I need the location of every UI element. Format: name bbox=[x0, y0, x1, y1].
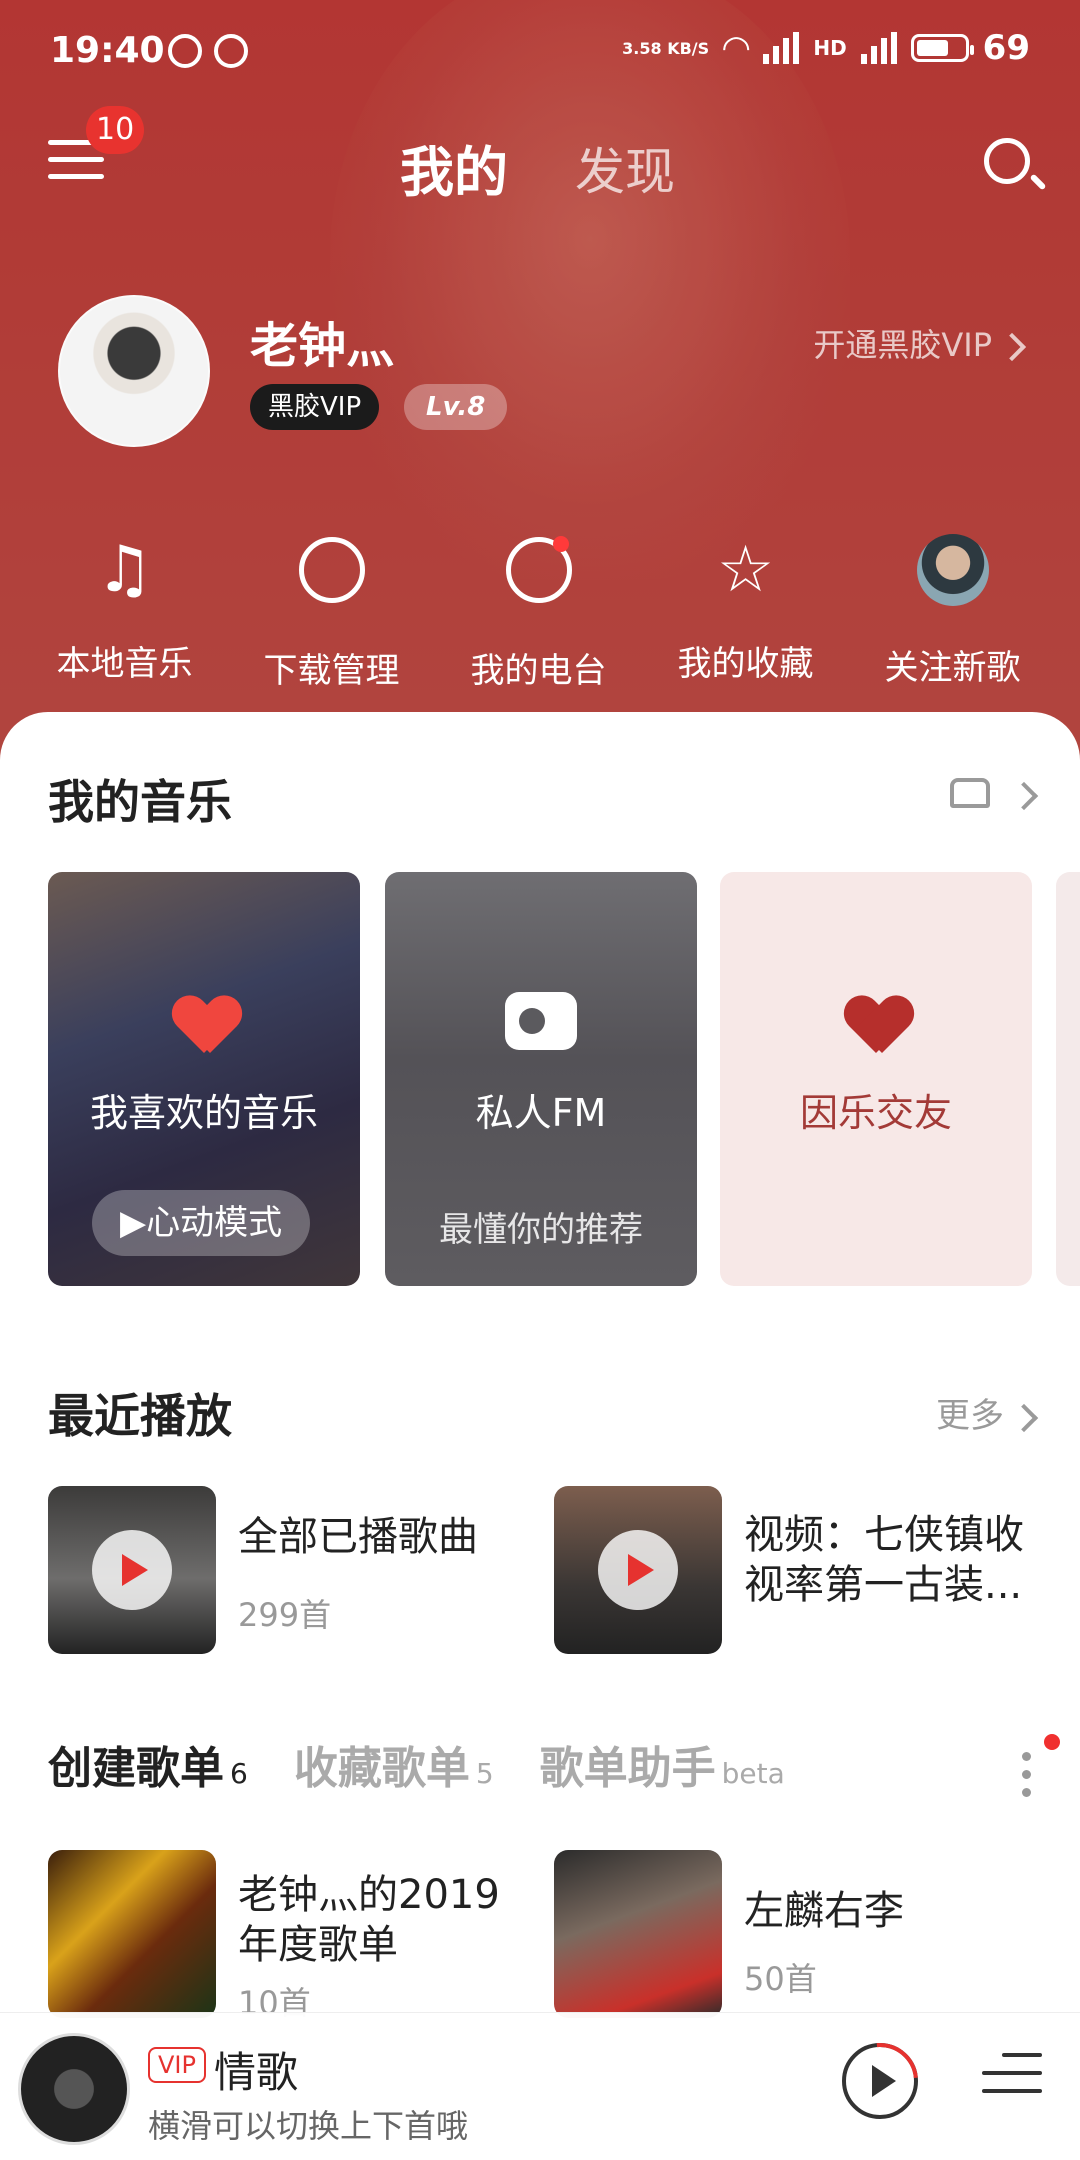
username[interactable]: 老钟灬 bbox=[250, 306, 394, 376]
playlist-tabs: 创建歌单 6 收藏歌单 5 歌单助手 beta bbox=[48, 1732, 785, 1796]
play-button[interactable] bbox=[826, 2027, 934, 2135]
quick-download[interactable]: 下载管理 bbox=[228, 530, 435, 692]
quick-actions: ♫ 本地音乐 下载管理 我的电台 ☆ 我的收藏 关注新歌 bbox=[0, 530, 1080, 692]
piano-icon[interactable] bbox=[950, 778, 990, 808]
signal-icon bbox=[763, 32, 800, 64]
tab-discover[interactable]: 发现 bbox=[575, 132, 675, 204]
avatar[interactable] bbox=[58, 295, 210, 447]
card-next-peek[interactable] bbox=[1056, 872, 1080, 1286]
notification-dot bbox=[1044, 1734, 1060, 1750]
wifi-icon: ◠ bbox=[723, 28, 750, 68]
download-icon bbox=[228, 537, 435, 617]
recent-item[interactable]: 全部已播歌曲 299首 bbox=[48, 1486, 528, 1656]
status-time: 19:40 bbox=[50, 30, 165, 71]
card-private-fm[interactable]: 私人FM 最懂你的推荐 bbox=[385, 872, 697, 1286]
chevron-right-icon bbox=[1009, 781, 1039, 810]
now-playing-disc[interactable] bbox=[18, 2033, 130, 2145]
chevron-right-icon bbox=[1009, 1403, 1039, 1432]
open-vip-link[interactable]: 开通黑胶VIP bbox=[813, 320, 1027, 366]
tab-created-playlists[interactable]: 创建歌单 6 bbox=[48, 1732, 248, 1796]
battery-level: 69 bbox=[982, 28, 1030, 68]
playlist-queue-icon[interactable] bbox=[982, 2053, 1042, 2109]
vip-tag: VIP bbox=[148, 2047, 206, 2083]
menu-badge: 10 bbox=[86, 106, 145, 154]
chevron-right-icon bbox=[997, 332, 1027, 362]
vip-badge[interactable]: 黑胶VIP bbox=[250, 384, 380, 430]
mini-player[interactable]: VIP 情歌 横滑可以切换上下首哦 bbox=[0, 2012, 1080, 2160]
battery-icon bbox=[910, 34, 974, 62]
signal-icon-2 bbox=[860, 32, 897, 64]
network-speed: 3.58 KB/S bbox=[622, 38, 710, 58]
status-bar: 19:40 3.58 KB/S ◠ HD 69 bbox=[0, 0, 1080, 110]
my-music-title: 我的音乐 bbox=[48, 775, 232, 829]
recent-item[interactable]: 视频：七侠镇收视率第一古装... bbox=[554, 1486, 1034, 1656]
star-icon: ☆ bbox=[716, 533, 775, 607]
search-icon[interactable] bbox=[984, 138, 1030, 184]
recent-title: 最近播放 bbox=[48, 1389, 232, 1443]
play-icon bbox=[92, 1530, 172, 1610]
playlist-cover bbox=[554, 1850, 722, 2018]
tab-mine[interactable]: 我的 bbox=[400, 128, 508, 207]
level-badge[interactable]: Lv.8 bbox=[404, 384, 508, 430]
heart-mode-button[interactable]: ▶心动模式 bbox=[92, 1190, 311, 1256]
album-cover bbox=[48, 1486, 216, 1654]
artist-avatar-icon bbox=[849, 534, 1056, 614]
radio-icon bbox=[505, 992, 577, 1050]
heart-icon bbox=[174, 997, 234, 1057]
netease-status-icon bbox=[168, 34, 202, 68]
playlist-item[interactable]: 老钟灬的2019年度歌单 10首 bbox=[48, 1850, 528, 2022]
tab-playlist-assistant[interactable]: 歌单助手 beta bbox=[540, 1732, 785, 1796]
podcast-icon bbox=[435, 537, 642, 617]
content-sheet: 我的音乐 我喜欢的音乐 ▶心动模式 私人FM 最懂你的推荐 因乐交友 最近播放 … bbox=[0, 712, 1080, 2160]
card-liked-music[interactable]: 我喜欢的音乐 ▶心动模式 bbox=[48, 872, 360, 1286]
progress-ring bbox=[826, 2027, 934, 2135]
quick-follow-new[interactable]: 关注新歌 bbox=[849, 530, 1056, 692]
swipe-hint: 横滑可以切换上下首哦 bbox=[148, 2107, 469, 2145]
song-title: 情歌 bbox=[214, 2048, 299, 2097]
notification-dot bbox=[553, 536, 569, 552]
recent-more-link[interactable]: 更多 bbox=[936, 1388, 1039, 1437]
play-icon bbox=[872, 2065, 896, 2097]
play-icon bbox=[598, 1530, 678, 1610]
video-cover bbox=[554, 1486, 722, 1654]
app-status-icon bbox=[214, 34, 248, 68]
quick-local-music[interactable]: ♫ 本地音乐 bbox=[21, 530, 228, 692]
more-options-icon[interactable] bbox=[1022, 1752, 1032, 1798]
playlist-item[interactable]: 左麟右李 50首 bbox=[554, 1850, 1034, 2020]
playlist-cover bbox=[48, 1850, 216, 2018]
quick-favorites[interactable]: ☆ 我的收藏 bbox=[642, 530, 849, 692]
quick-radio[interactable]: 我的电台 bbox=[435, 530, 642, 692]
heart-icon bbox=[846, 997, 906, 1057]
music-note-icon: ♫ bbox=[95, 533, 154, 607]
card-music-friends[interactable]: 因乐交友 bbox=[720, 872, 1032, 1286]
hd-label: HD bbox=[813, 36, 847, 60]
tab-collected-playlists[interactable]: 收藏歌单 5 bbox=[294, 1732, 494, 1796]
